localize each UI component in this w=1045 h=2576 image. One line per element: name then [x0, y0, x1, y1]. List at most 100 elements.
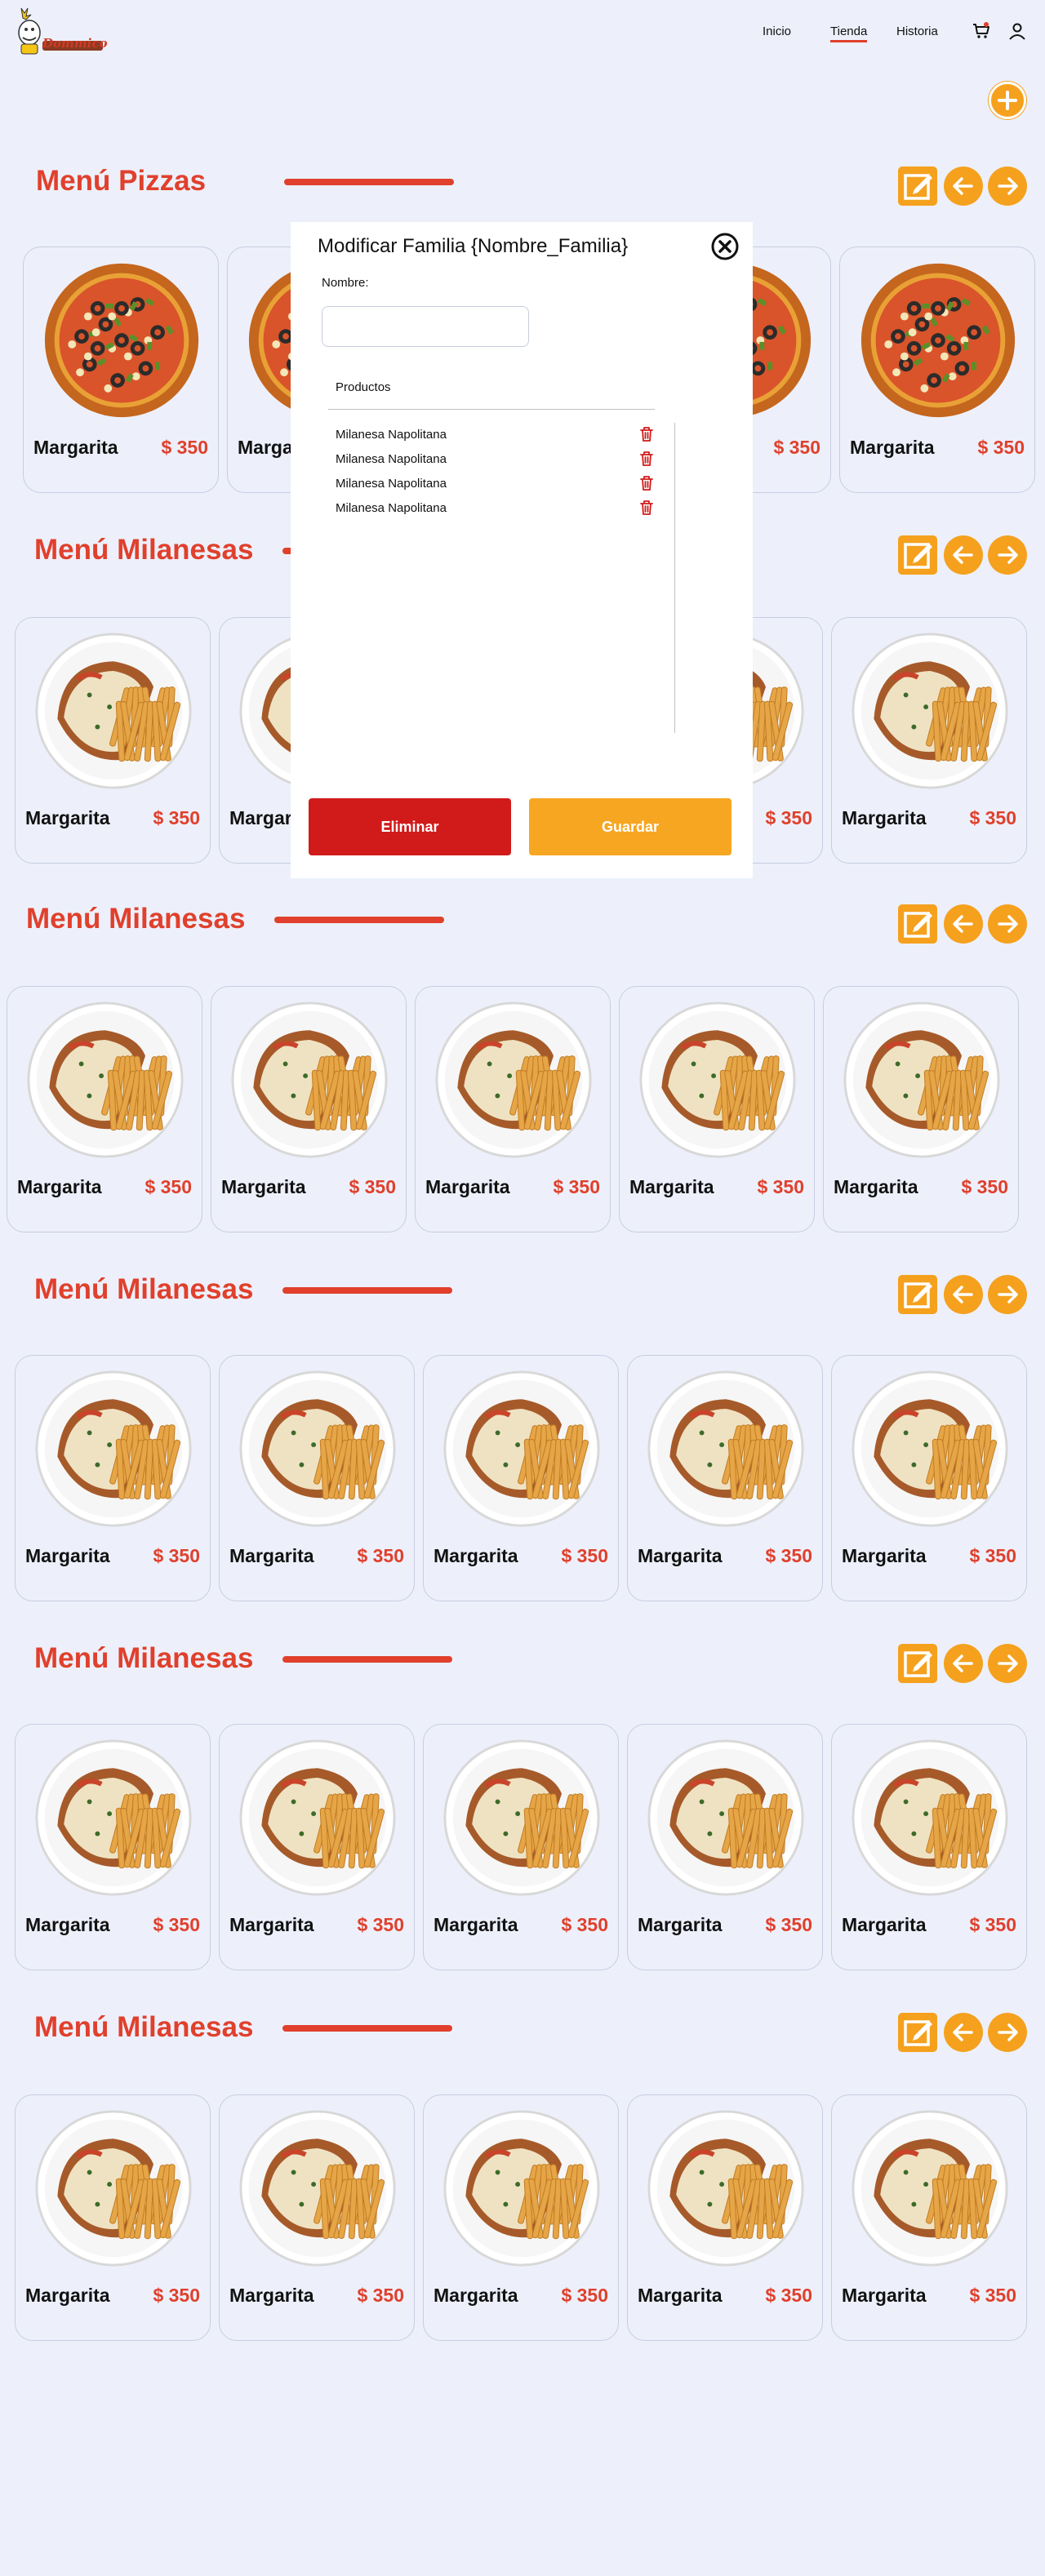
edit-section-button[interactable]	[898, 167, 937, 206]
trash-icon[interactable]	[638, 425, 656, 443]
milanesa-image	[646, 1369, 806, 1529]
arrow-left-icon	[953, 546, 973, 564]
edit-section-button[interactable]	[898, 1275, 937, 1314]
edit-section-button[interactable]	[898, 2013, 937, 2052]
trash-icon[interactable]	[638, 474, 656, 492]
milanesa-image	[238, 2108, 398, 2268]
arrow-right-icon	[998, 915, 1018, 933]
product-list-item: Milanesa Napolitana	[336, 452, 447, 466]
edit-section-button[interactable]	[898, 904, 937, 944]
product-price: $ 350	[153, 1914, 200, 1935]
eliminar-button[interactable]: Eliminar	[309, 798, 511, 855]
product-price: $ 350	[773, 437, 820, 458]
trash-icon[interactable]	[638, 450, 656, 468]
product-price: $ 350	[977, 437, 1025, 458]
product-name: Margarita	[229, 2285, 314, 2306]
product-name: Margarita	[25, 1914, 110, 1935]
edit-section-button[interactable]	[898, 1644, 937, 1683]
prev-arrow-button[interactable]	[944, 1275, 983, 1314]
product-card[interactable]: Margarita $ 350	[15, 617, 211, 864]
prev-arrow-button[interactable]	[944, 1644, 983, 1683]
edit-icon	[904, 174, 932, 200]
product-card[interactable]: Margarita $ 350	[831, 2094, 1027, 2341]
product-card[interactable]: Margarita $ 350	[627, 1355, 823, 1601]
product-price: $ 350	[145, 1176, 192, 1197]
next-arrow-button[interactable]	[988, 904, 1027, 944]
product-price: $ 350	[153, 807, 200, 828]
product-card[interactable]: Margarita $ 350	[415, 986, 611, 1232]
product-name: Margarita	[850, 437, 935, 458]
milanesa-image	[842, 1000, 1002, 1160]
product-card[interactable]: Margarita $ 350	[627, 1724, 823, 1970]
productos-divider	[328, 409, 655, 410]
product-name: Margarita	[434, 1545, 518, 1566]
product-card[interactable]: Margarita $ 350	[831, 617, 1027, 864]
prev-arrow-button[interactable]	[944, 2013, 983, 2052]
nav-historia[interactable]: Historia	[896, 24, 938, 38]
plus-icon	[998, 91, 1017, 110]
prev-arrow-button[interactable]	[944, 535, 983, 575]
milanesa-image	[33, 1738, 193, 1898]
prev-arrow-button[interactable]	[944, 904, 983, 944]
brand-name: Dommico	[42, 36, 108, 51]
edit-section-button[interactable]	[898, 535, 937, 575]
nav-tienda[interactable]: Tienda	[830, 24, 868, 42]
product-price: $ 350	[969, 1545, 1016, 1566]
guardar-button[interactable]: Guardar	[529, 798, 732, 855]
close-icon[interactable]	[710, 232, 740, 261]
product-card[interactable]: Margarita $ 350	[839, 246, 1035, 493]
product-card[interactable]: Margarita $ 350	[423, 2094, 619, 2341]
product-card[interactable]: Margarita $ 350	[831, 1355, 1027, 1601]
user-icon[interactable]	[1007, 21, 1027, 41]
nombre-input[interactable]	[322, 306, 529, 347]
prev-arrow-button[interactable]	[944, 167, 983, 206]
next-arrow-button[interactable]	[988, 167, 1027, 206]
productos-label: Productos	[336, 380, 391, 394]
product-name: Margarita	[25, 2285, 110, 2306]
product-card[interactable]: Margarita $ 350	[219, 2094, 415, 2341]
cart-icon[interactable]	[972, 21, 991, 41]
milanesa-image	[442, 2108, 602, 2268]
next-arrow-button[interactable]	[988, 535, 1027, 575]
product-name: Margarita	[834, 1176, 918, 1197]
product-price: $ 350	[561, 2285, 608, 2306]
trash-icon[interactable]	[638, 499, 656, 517]
product-price: $ 350	[969, 2285, 1016, 2306]
product-price: $ 350	[153, 1545, 200, 1566]
product-card[interactable]: Margarita $ 350	[15, 2094, 211, 2341]
next-arrow-button[interactable]	[988, 2013, 1027, 2052]
chef-logo-icon	[18, 7, 103, 55]
product-name: Margarita	[638, 1914, 723, 1935]
milanesa-image	[33, 1369, 193, 1529]
arrow-left-icon	[953, 1654, 973, 1672]
product-card[interactable]: Margarita $ 350	[831, 1724, 1027, 1970]
arrow-right-icon	[998, 177, 1018, 195]
nav-inicio[interactable]: Inicio	[763, 24, 791, 38]
product-list-item: Milanesa Napolitana	[336, 477, 447, 491]
product-card[interactable]: Margarita $ 350	[15, 1355, 211, 1601]
milanesa-image	[442, 1738, 602, 1898]
product-card[interactable]: Margarita $ 350	[219, 1355, 415, 1601]
section-underline	[282, 1656, 452, 1663]
section-underline	[282, 1287, 452, 1294]
product-card[interactable]: Margarita $ 350	[823, 986, 1019, 1232]
product-card[interactable]: Margarita $ 350	[423, 1724, 619, 1970]
milanesa-image	[850, 631, 1010, 791]
product-card[interactable]: Margarita $ 350	[15, 1724, 211, 1970]
arrow-left-icon	[953, 1286, 973, 1304]
productos-scrollbar[interactable]	[674, 423, 675, 733]
add-family-button[interactable]	[989, 82, 1026, 119]
product-card[interactable]: Margarita $ 350	[423, 1355, 619, 1601]
product-price: $ 350	[961, 1176, 1008, 1197]
brand-logo[interactable]: Dommico	[10, 5, 108, 59]
product-card[interactable]: Margarita $ 350	[211, 986, 407, 1232]
next-arrow-button[interactable]	[988, 1275, 1027, 1314]
product-card[interactable]: Margarita $ 350	[219, 1724, 415, 1970]
pizza-image	[858, 260, 1018, 420]
product-card[interactable]: Margarita $ 350	[23, 246, 219, 493]
product-name: Margarita	[229, 1545, 314, 1566]
product-card[interactable]: Margarita $ 350	[627, 2094, 823, 2341]
product-card[interactable]: Margarita $ 350	[7, 986, 202, 1232]
next-arrow-button[interactable]	[988, 1644, 1027, 1683]
product-card[interactable]: Margarita $ 350	[619, 986, 815, 1232]
